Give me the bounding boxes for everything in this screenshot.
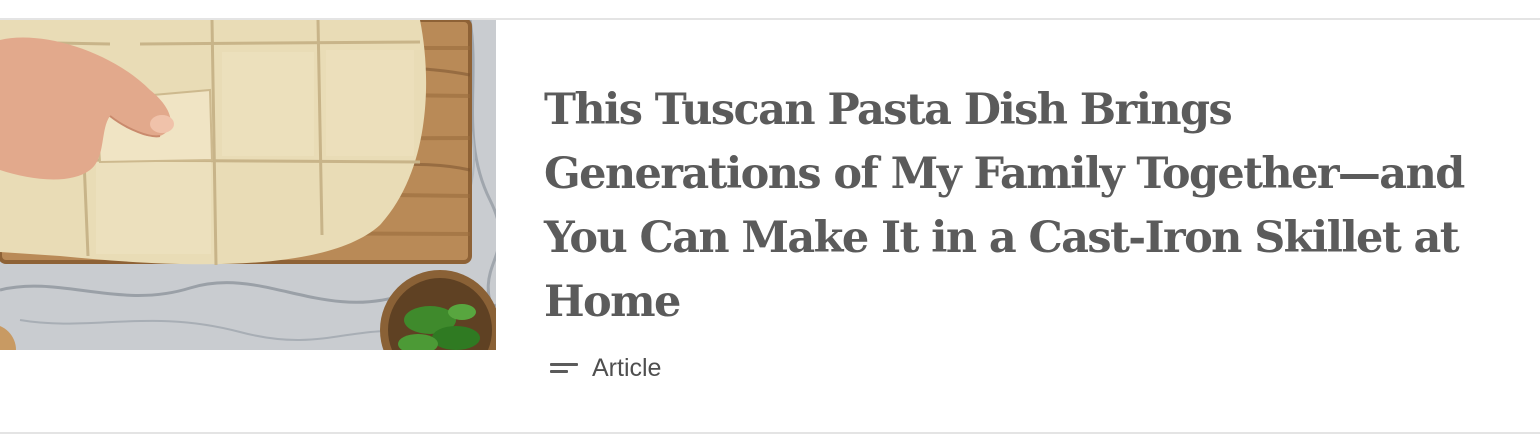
- article-thumbnail[interactable]: [0, 20, 496, 350]
- article-card[interactable]: This Tuscan Pasta Dish Brings Generation…: [0, 20, 1540, 382]
- article-icon: [550, 361, 578, 375]
- content-type-row: Article: [544, 352, 1514, 384]
- article-title[interactable]: This Tuscan Pasta Dish Brings Generation…: [544, 78, 1514, 334]
- content-type-label: Article: [592, 353, 662, 382]
- article-content: This Tuscan Pasta Dish Brings Generation…: [544, 78, 1514, 384]
- pasta-photo-image: [0, 20, 496, 350]
